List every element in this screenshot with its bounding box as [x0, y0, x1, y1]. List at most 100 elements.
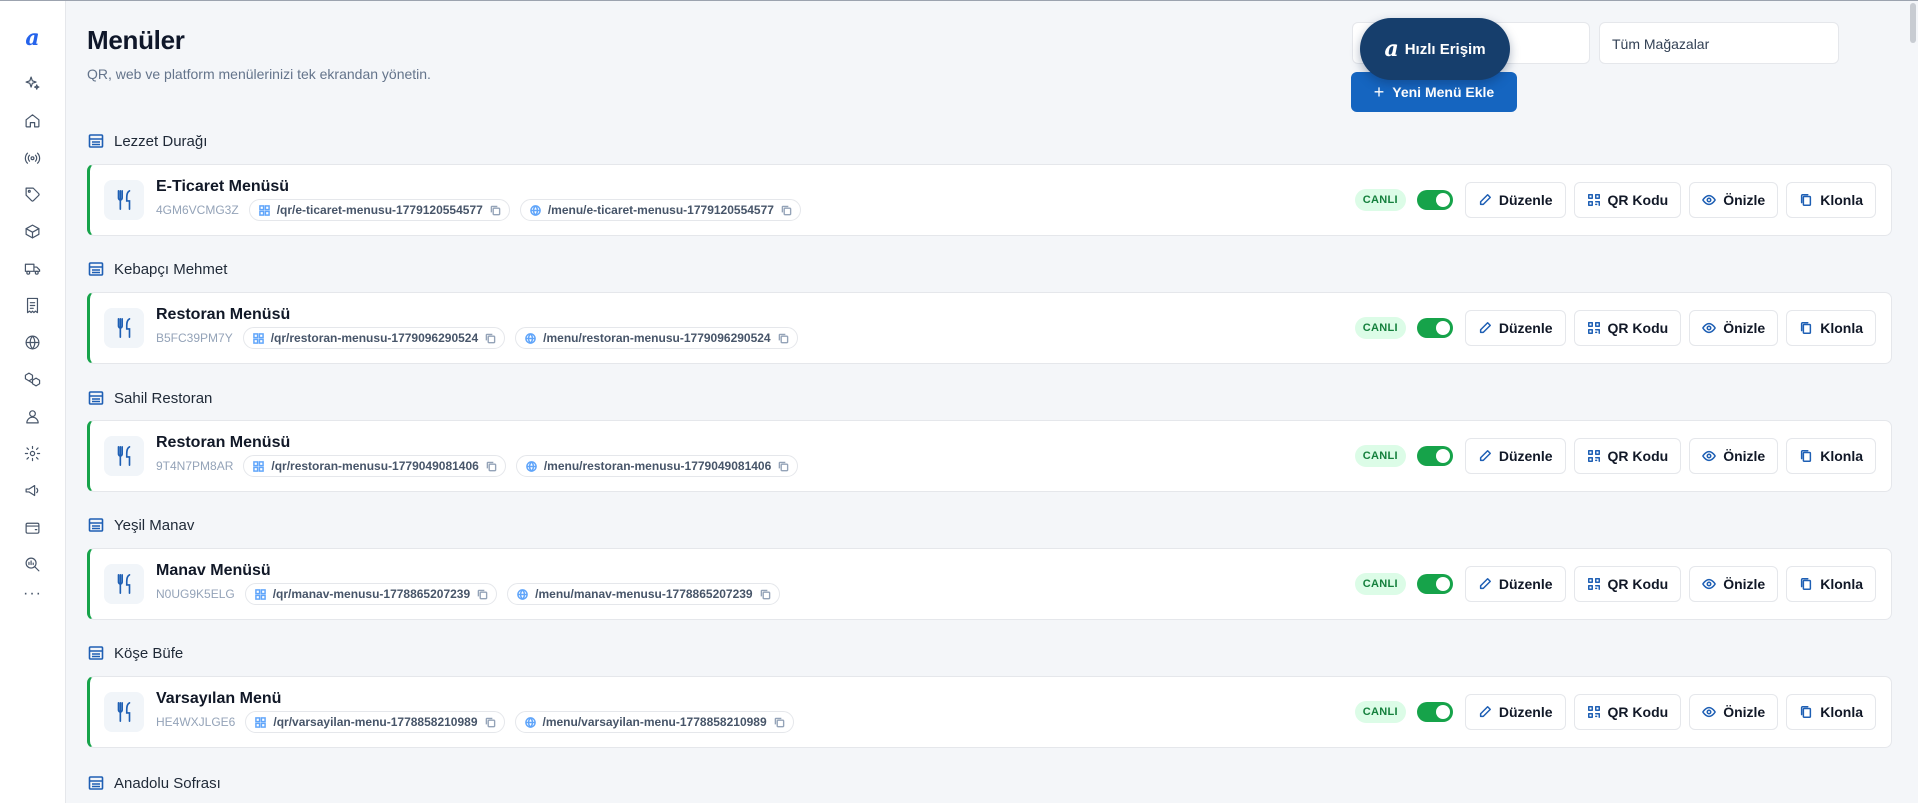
clone-button[interactable]: Klonla [1786, 694, 1876, 730]
sparkles-icon[interactable] [17, 65, 49, 102]
clone-label: Klonla [1820, 704, 1863, 720]
app-logo[interactable]: a [21, 27, 45, 49]
clone-button[interactable]: Klonla [1786, 566, 1876, 602]
live-toggle[interactable] [1416, 446, 1453, 466]
store-icon [88, 775, 104, 791]
web-link-pill[interactable]: /menu/restoran-menusu-1779096290524 [515, 327, 798, 349]
preview-button[interactable]: Önizle [1689, 566, 1779, 602]
quick-access-button[interactable]: a Hızlı Erişim [1360, 18, 1510, 80]
qr-code-label: QR Kodu [1607, 448, 1669, 464]
store-filter-select[interactable]: Tüm Mağazalar [1599, 22, 1839, 64]
menu-card[interactable]: Varsayılan Menü HE4WXJLGE6 /qr/varsayila… [87, 676, 1892, 748]
sidebar-nav: ··· [17, 65, 49, 603]
user-icon[interactable] [17, 398, 49, 435]
copy-icon[interactable] [778, 461, 789, 472]
store-icon [88, 133, 104, 149]
edit-button[interactable]: Düzenle [1464, 694, 1566, 730]
wallet-icon[interactable] [17, 509, 49, 546]
scrollbar[interactable] [1908, 1, 1918, 803]
globe-icon [526, 460, 537, 472]
scrollbar-thumb[interactable] [1910, 3, 1916, 43]
qr-code-button[interactable]: QR Kodu [1573, 182, 1682, 218]
utensils-icon [104, 692, 144, 732]
megaphone-icon[interactable] [17, 472, 49, 509]
web-path: /menu/varsayilan-menu-1778858210989 [542, 715, 767, 729]
more-icon[interactable]: ··· [23, 585, 42, 603]
copy-icon[interactable] [477, 589, 488, 600]
clone-button[interactable]: Klonla [1786, 438, 1876, 474]
sidebar: a ··· [0, 1, 66, 803]
globe-icon[interactable] [17, 324, 49, 361]
quick-access-label: Hızlı Erişim [1404, 40, 1486, 58]
qr-code-button[interactable]: QR Kodu [1573, 566, 1682, 602]
live-toggle[interactable] [1416, 190, 1453, 210]
live-toggle[interactable] [1416, 702, 1453, 722]
preview-button[interactable]: Önizle [1689, 182, 1779, 218]
globe-icon [529, 204, 541, 216]
menu-card[interactable]: Restoran Menüsü B5FC39PM7Y /qr/restoran-… [87, 292, 1892, 364]
qr-code-button[interactable]: QR Kodu [1573, 438, 1682, 474]
qr-code-button[interactable]: QR Kodu [1573, 310, 1682, 346]
edit-button[interactable]: Düzenle [1464, 566, 1566, 602]
copy-icon[interactable] [774, 717, 785, 728]
edit-label: Düzenle [1498, 192, 1553, 208]
settings-icon[interactable] [17, 435, 49, 472]
menu-title: Restoran Menüsü [156, 434, 291, 451]
qr-code-icon [1587, 577, 1601, 591]
store-icon [88, 390, 104, 406]
clone-button[interactable]: Klonla [1786, 310, 1876, 346]
copy-icon[interactable] [781, 205, 792, 216]
home-icon[interactable] [17, 102, 49, 139]
copy-icon[interactable] [486, 461, 497, 472]
utensils-icon [104, 564, 144, 604]
web-link-pill[interactable]: /menu/varsayilan-menu-1778858210989 [514, 711, 794, 733]
menu-card[interactable]: Manav Menüsü N0UG9K5ELG /qr/manav-menusu… [87, 548, 1892, 620]
box-icon[interactable] [17, 213, 49, 250]
qr-path: /qr/e-ticaret-menusu-1779120554577 [276, 203, 483, 217]
store-icon [88, 517, 104, 533]
qr-link-pill[interactable]: /qr/manav-menusu-1778865207239 [244, 583, 498, 605]
edit-label: Düzenle [1498, 704, 1553, 720]
web-link-pill[interactable]: /menu/manav-menusu-1778865207239 [507, 583, 780, 605]
web-link-pill[interactable]: /menu/restoran-menusu-1779049081406 [515, 455, 799, 477]
qr-code-button[interactable]: QR Kodu [1573, 694, 1682, 730]
qr-link-pill[interactable]: /qr/e-ticaret-menusu-1779120554577 [248, 199, 510, 221]
radio-icon[interactable] [17, 139, 49, 176]
eye-icon [1702, 321, 1717, 335]
store-name: Köşe Büfe [114, 644, 184, 662]
toggle-knob [1435, 193, 1450, 207]
copy-icon[interactable] [485, 717, 496, 728]
live-toggle[interactable] [1416, 574, 1453, 594]
store-name: Lezzet Durağı [114, 132, 208, 150]
live-toggle[interactable] [1416, 318, 1453, 338]
copy-icon[interactable] [490, 205, 501, 216]
edit-button[interactable]: Düzenle [1464, 438, 1566, 474]
web-link-pill[interactable]: /menu/e-ticaret-menusu-1779120554577 [519, 199, 801, 221]
brand-logo-icon: a [1384, 36, 1399, 62]
preview-button[interactable]: Önizle [1689, 694, 1779, 730]
receipt-icon[interactable] [17, 287, 49, 324]
menu-card[interactable]: E-Ticaret Menüsü 4GM6VCMG3Z /qr/e-ticare… [87, 164, 1892, 236]
copy-icon[interactable] [760, 589, 771, 600]
copy-icon[interactable] [485, 333, 496, 344]
tag-icon[interactable] [17, 176, 49, 213]
qr-icon [252, 332, 264, 344]
menu-card[interactable]: Restoran Menüsü 9T4N7PM8AR /qr/restoran-… [87, 420, 1892, 492]
preview-button[interactable]: Önizle [1689, 310, 1779, 346]
truck-icon[interactable] [17, 250, 49, 287]
clone-button[interactable]: Klonla [1786, 182, 1876, 218]
copy-icon[interactable] [778, 333, 789, 344]
pencil-icon [1478, 449, 1492, 463]
utensils-icon [104, 436, 144, 476]
globe-icon [517, 588, 528, 600]
qr-link-pill[interactable]: /qr/restoran-menusu-1779096290524 [242, 327, 506, 349]
web-path: /menu/e-ticaret-menusu-1779120554577 [547, 203, 774, 217]
qr-link-pill[interactable]: /qr/varsayilan-menu-1778858210989 [245, 711, 505, 733]
preview-button[interactable]: Önizle [1689, 438, 1779, 474]
analytics-icon[interactable] [17, 546, 49, 583]
edit-button[interactable]: Düzenle [1464, 182, 1566, 218]
edit-button[interactable]: Düzenle [1464, 310, 1566, 346]
qr-link-pill[interactable]: /qr/restoran-menusu-1779049081406 [243, 455, 506, 477]
toggle-knob [1435, 705, 1450, 719]
boxes-icon[interactable] [17, 361, 49, 398]
